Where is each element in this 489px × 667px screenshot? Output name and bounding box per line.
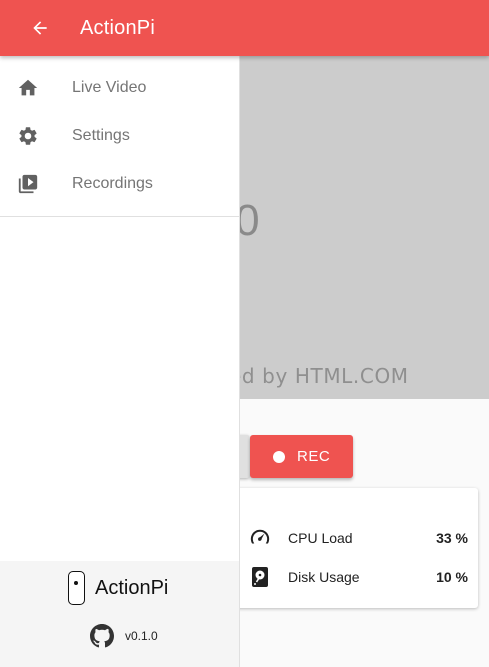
github-icon[interactable]: [89, 623, 115, 649]
video-library-icon: [17, 173, 39, 195]
drawer-item-label: Live Video: [72, 79, 147, 96]
gear-icon: [17, 125, 39, 147]
footer-brand: ActionPi: [68, 571, 168, 605]
app-bar: ActionPi: [0, 0, 489, 56]
drawer-item-label: Recordings: [72, 175, 153, 192]
drawer-item-live-video[interactable]: Live Video: [0, 64, 239, 112]
rec-button-label: REC: [297, 448, 331, 465]
rec-button[interactable]: REC: [250, 435, 353, 478]
drawer-divider: [0, 216, 239, 217]
camera-icon: [68, 571, 85, 605]
harddisk-icon: [249, 566, 271, 588]
home-icon: [17, 77, 39, 99]
drawer-footer: ActionPi v0.1.0: [0, 561, 239, 667]
app-title: ActionPi: [80, 16, 155, 39]
cpu-load-label: CPU Load: [288, 530, 353, 546]
record-dot-icon: [273, 450, 285, 463]
speedometer-icon: [249, 527, 271, 549]
drawer-item-label: Settings: [72, 127, 130, 144]
disk-usage-value: 10 %: [436, 569, 468, 585]
footer-version: v0.1.0: [89, 623, 158, 649]
arrow-left-icon[interactable]: [28, 16, 52, 40]
navigation-drawer: Live Video Settings Recordings ActionPi: [0, 56, 240, 667]
disk-usage-label: Disk Usage: [288, 569, 360, 585]
cpu-load-value: 33 %: [436, 530, 468, 546]
version-label: v0.1.0: [125, 629, 158, 643]
footer-brand-name: ActionPi: [95, 576, 169, 599]
drawer-item-recordings[interactable]: Recordings: [0, 160, 239, 208]
drawer-item-settings[interactable]: Settings: [0, 112, 239, 160]
app-root: x 240 Powered by HTML.COM REC CPU Load 3…: [0, 0, 489, 667]
